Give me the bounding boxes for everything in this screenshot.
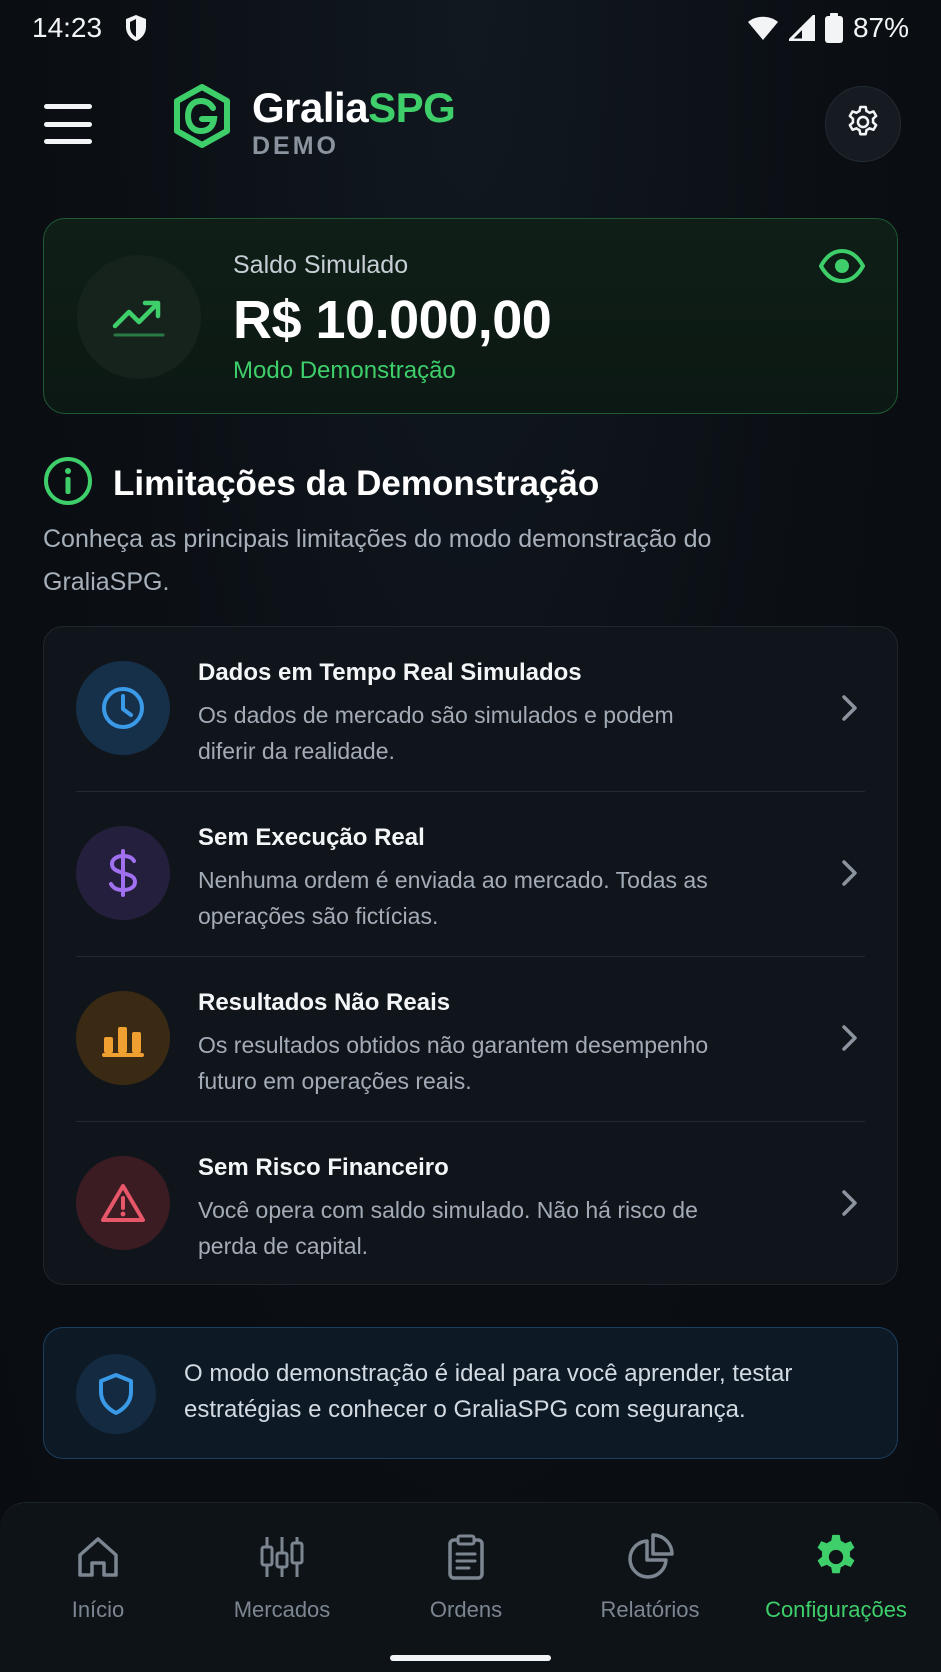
limit-item-description: Você opera com saldo simulado. Não há ri… [198,1197,698,1259]
info-banner-text: O modo demonstração é ideal para você ap… [184,1360,793,1423]
warning-icon [76,1156,170,1250]
balance-mode: Modo Demonstração [233,357,456,384]
nav-label: Relatórios [600,1597,700,1622]
chevron-right-icon [839,1188,861,1218]
wifi-icon [747,15,779,41]
nav-label: Início [71,1597,125,1622]
battery-level: 87% [852,12,909,43]
bottom-nav: Início Mercados Ordens Relatórios Config… [0,1502,941,1672]
dollar-icon [76,826,170,920]
chevron-right-icon [839,858,861,888]
clipboard-icon [440,1531,492,1583]
brand-name: GraliaSPG [252,84,456,131]
gear-icon [844,103,882,146]
brand: GraliaSPG DEMO [172,84,456,161]
balance-label: Saldo Simulado [233,251,409,279]
home-icon [72,1531,124,1583]
limit-item-title: Dados em Tempo Real Simulados [198,659,582,686]
chevron-right-icon [839,1023,861,1053]
eye-icon[interactable] [818,248,866,284]
nav-label: Ordens [429,1597,503,1622]
limit-item-title: Sem Risco Financeiro [198,1154,449,1181]
limit-item-description: Nenhuma ordem é enviada ao mercado. Toda… [198,867,708,929]
limitations-description: Conheça as principais limitações do modo… [43,525,712,596]
limit-item-real-time-data[interactable]: Dados em Tempo Real Simulados Os dados d… [44,627,897,792]
nav-label: Configurações [765,1597,907,1622]
candlestick-icon [256,1531,308,1583]
info-icon [43,456,93,511]
limitations-heading: Limitações da Demonstração [43,456,599,511]
shield-icon [124,14,148,42]
nav-label: Mercados [233,1597,331,1622]
limitations-title: Limitações da Demonstração [113,463,600,503]
info-banner: O modo demonstração é ideal para você ap… [43,1327,898,1459]
clock-icon [76,661,170,755]
settings-button[interactable] [825,86,901,162]
signal-icon [788,15,815,41]
limit-item-no-financial-risk[interactable]: Sem Risco Financeiro Você opera com sald… [44,1122,897,1287]
home-indicator [390,1655,551,1661]
trending-up-icon [77,255,201,379]
limit-item-title: Resultados Não Reais [198,989,451,1016]
limit-item-description: Os dados de mercado são simulados e pode… [198,702,674,764]
nav-item-ordens[interactable]: Ordens [376,1531,556,1623]
status-bar: 14:23 87% [0,0,941,56]
gear-icon [810,1531,862,1583]
battery-icon [824,13,843,43]
pie-chart-icon [624,1531,676,1583]
limit-item-no-real-execution[interactable]: Sem Execução Real Nenhuma ordem é enviad… [44,792,897,957]
bar-chart-icon [76,991,170,1085]
shield-icon [76,1354,156,1434]
status-time: 14:23 [32,12,103,43]
limit-item-not-real-results[interactable]: Resultados Não Reais Os resultados obtid… [44,957,897,1122]
balance-amount: R$ 10.000,00 [233,290,552,350]
brand-demo-label: DEMO [252,132,339,160]
nav-item-mercados[interactable]: Mercados [192,1531,372,1623]
app-header: GraliaSPG DEMO [0,78,941,178]
balance-card: Saldo Simulado R$ 10.000,00 Modo Demonst… [43,218,898,414]
nav-item-configuracoes[interactable]: Configurações [746,1531,926,1623]
nav-item-inicio[interactable]: Início [8,1531,188,1623]
logo-icon [172,84,232,148]
chevron-right-icon [839,693,861,723]
limitations-list: Dados em Tempo Real Simulados Os dados d… [43,626,898,1285]
limit-item-description: Os resultados obtidos não garantem desem… [198,1032,709,1094]
nav-item-relatorios[interactable]: Relatórios [560,1531,740,1623]
limit-item-title: Sem Execução Real [198,824,425,851]
menu-icon[interactable] [44,104,92,144]
